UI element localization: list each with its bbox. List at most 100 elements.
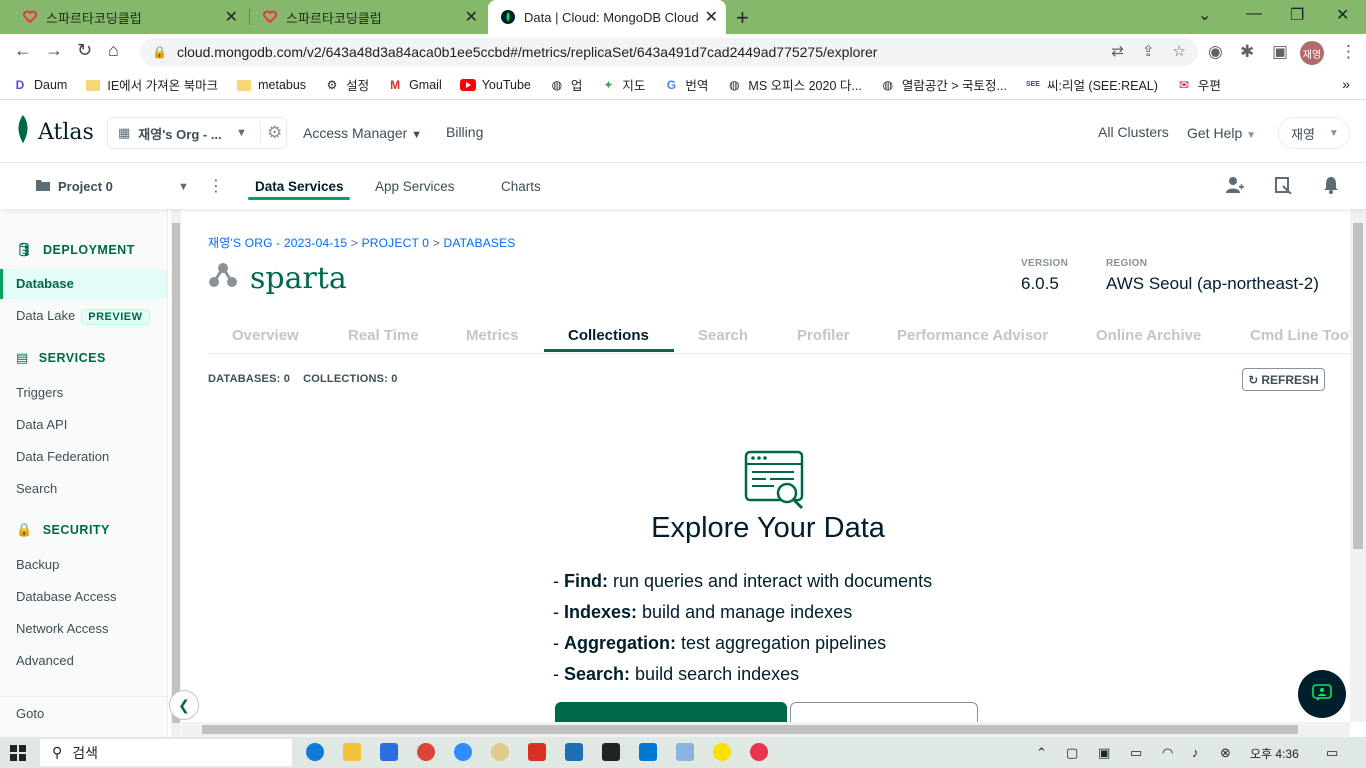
sidebar-item-database[interactable]: Database — [0, 269, 167, 299]
user-menu[interactable]: 재영 ▼ — [1278, 117, 1350, 149]
invite-user-icon[interactable] — [1226, 176, 1244, 199]
chrome-icon[interactable] — [417, 743, 435, 761]
sidebar-item-backup[interactable]: Backup — [16, 557, 59, 572]
close-icon[interactable]: ✕ — [225, 7, 238, 27]
tab-app-services[interactable]: App Services — [375, 179, 455, 194]
gear-icon[interactable]: ⚙ — [260, 123, 282, 143]
url-text[interactable]: cloud.mongodb.com/v2/643a48d3a84aca0b1ee… — [177, 44, 878, 60]
tray-icon[interactable]: ▣ — [1098, 745, 1110, 761]
chat-support-button[interactable] — [1298, 670, 1346, 718]
tab-collections[interactable]: Collections — [568, 327, 649, 344]
bookmark-metabus[interactable]: metabus — [236, 77, 306, 93]
tray-icon[interactable]: ⊗ — [1220, 745, 1231, 761]
app-icon[interactable] — [565, 743, 583, 761]
breadcrumb-org[interactable]: 재영'S ORG - 2023-04-15 — [208, 236, 347, 250]
taskbar-search[interactable]: ⚲ 검색 — [40, 739, 292, 766]
tab-real-time[interactable]: Real Time — [348, 327, 419, 344]
tab-charts[interactable]: Charts — [501, 179, 541, 194]
app-icon[interactable] — [676, 743, 694, 761]
bookmark-ie-folder[interactable]: IE에서 가져온 북마크 — [85, 75, 218, 94]
sidebar-item-data-api[interactable]: Data API — [16, 417, 67, 432]
tab-overview[interactable]: Overview — [232, 327, 299, 344]
bookmark-up[interactable]: ◍ 업 — [549, 75, 583, 94]
clock[interactable]: 오후 4:36 — [1250, 745, 1299, 762]
tab-profiler[interactable]: Profiler — [797, 327, 850, 344]
bookmark-office[interactable]: ◍ MS 오피스 2020 다... — [726, 75, 862, 94]
app-icon[interactable] — [528, 743, 546, 761]
file-explorer-icon[interactable] — [343, 743, 361, 761]
activity-feed-icon[interactable] — [1274, 176, 1292, 199]
store-icon[interactable] — [380, 743, 398, 761]
bookmark-seereal[interactable]: SEE 씨:리얼 (SEE:REAL) — [1025, 75, 1158, 94]
breadcrumb-databases[interactable]: DATABASES — [443, 236, 515, 250]
all-clusters-link[interactable]: All Clusters — [1098, 124, 1169, 140]
app-icon[interactable] — [491, 743, 509, 761]
star-icon[interactable]: ☆ — [1173, 42, 1186, 60]
browser-tab-2[interactable]: 스파르타코딩클럽 ✕ — [250, 0, 486, 34]
scrollbar-thumb[interactable] — [1353, 223, 1363, 549]
collapse-sidebar-button[interactable]: ❮ — [169, 690, 199, 720]
restore-icon[interactable]: ❐ — [1290, 5, 1304, 25]
home-icon[interactable]: ⌂ — [108, 40, 119, 61]
forward-icon[interactable]: → — [45, 40, 63, 61]
tab-online-archive[interactable]: Online Archive — [1096, 327, 1201, 344]
chevron-right-icon[interactable]: » — [1342, 76, 1350, 92]
bookmark-daum[interactable]: D Daum — [12, 77, 68, 93]
project-selector[interactable]: Project 0 — [36, 179, 113, 194]
tab-performance-advisor[interactable]: Performance Advisor — [897, 327, 1048, 344]
scrollbar-thumb[interactable] — [202, 725, 1298, 734]
sidebar-item-search[interactable]: Search — [16, 481, 57, 496]
zoom-icon[interactable] — [454, 743, 472, 761]
sidebar-scrollbar[interactable] — [171, 209, 181, 737]
bookmark-gmail[interactable]: M Gmail — [387, 77, 442, 93]
back-icon[interactable]: ← — [14, 40, 32, 61]
bell-icon[interactable] — [1323, 176, 1339, 199]
app-icon[interactable] — [750, 743, 768, 761]
reload-icon[interactable]: ↻ — [77, 40, 92, 61]
tray-icon[interactable]: ▢ — [1066, 745, 1078, 761]
tab-metrics[interactable]: Metrics — [466, 327, 519, 344]
address-bar[interactable]: 🔒 cloud.mongodb.com/v2/643a48d3a84aca0b1… — [140, 38, 1198, 66]
sidebar-item-data-lake[interactable]: Data Lake PREVIEW — [16, 308, 150, 325]
get-help-menu[interactable]: Get Help ▼ — [1187, 125, 1256, 141]
close-window-icon[interactable]: ✕ — [1336, 5, 1349, 25]
bookmark-translate[interactable]: G 번역 — [663, 75, 709, 94]
sidepanel-icon[interactable]: ▣ — [1272, 42, 1288, 62]
menu-icon[interactable]: ⋮ — [1340, 42, 1357, 62]
volume-icon[interactable]: ♪ — [1192, 745, 1199, 760]
sidebar-item-data-federation[interactable]: Data Federation — [16, 449, 109, 464]
access-manager-link[interactable]: Access Manager ▼ — [303, 125, 422, 141]
chevron-up-icon[interactable]: ⌃ — [1036, 745, 1047, 761]
bookmark-settings[interactable]: ⚙ 설정 — [324, 75, 369, 94]
refresh-button[interactable]: ↻ REFRESH — [1242, 368, 1325, 391]
lock-icon[interactable]: 🔒 — [152, 45, 167, 59]
org-selector[interactable]: ▦ 재영's Org - ... ▼ ⚙ — [107, 117, 287, 149]
sidebar-item-goto[interactable]: Goto — [16, 706, 44, 721]
main-scrollbar[interactable] — [1350, 209, 1366, 722]
bookmark-post[interactable]: ✉ 우편 — [1176, 75, 1221, 94]
billing-link[interactable]: Billing — [446, 124, 483, 140]
chevron-down-icon[interactable]: ⌄ — [1198, 5, 1211, 25]
wifi-icon[interactable]: ◠ — [1162, 745, 1173, 761]
profile-avatar[interactable]: 재영 — [1300, 41, 1324, 65]
bookmark-maps[interactable]: ✦ 지도 — [600, 75, 645, 94]
kakaotalk-icon[interactable] — [713, 743, 731, 761]
extensions-icon[interactable]: ✱ — [1240, 42, 1254, 62]
close-icon[interactable]: ✕ — [705, 7, 718, 27]
sidebar-item-database-access[interactable]: Database Access — [16, 589, 116, 604]
breadcrumb-project[interactable]: PROJECT 0 — [362, 236, 430, 250]
translate-icon[interactable]: ⇄ — [1111, 42, 1124, 60]
atlas-logo[interactable]: Atlas — [16, 115, 94, 149]
battery-icon[interactable]: ▭ — [1130, 745, 1142, 761]
new-tab-icon[interactable]: + — [736, 5, 749, 31]
vscode-icon[interactable] — [639, 743, 657, 761]
edge-icon[interactable] — [306, 743, 324, 761]
camera-icon[interactable]: ◉ — [1208, 42, 1223, 62]
browser-tab-3[interactable]: Data | Cloud: MongoDB Cloud ✕ — [488, 0, 726, 34]
notifications-icon[interactable]: ▭ — [1326, 745, 1338, 761]
bookmark-molit[interactable]: ◍ 열람공간 > 국토정... — [880, 75, 1007, 94]
close-icon[interactable]: ✕ — [465, 7, 478, 27]
windows-start-icon[interactable] — [10, 745, 26, 766]
bookmark-youtube[interactable]: YouTube — [459, 77, 531, 93]
browser-tab-1[interactable]: 스파르타코딩클럽 ✕ — [10, 0, 246, 34]
